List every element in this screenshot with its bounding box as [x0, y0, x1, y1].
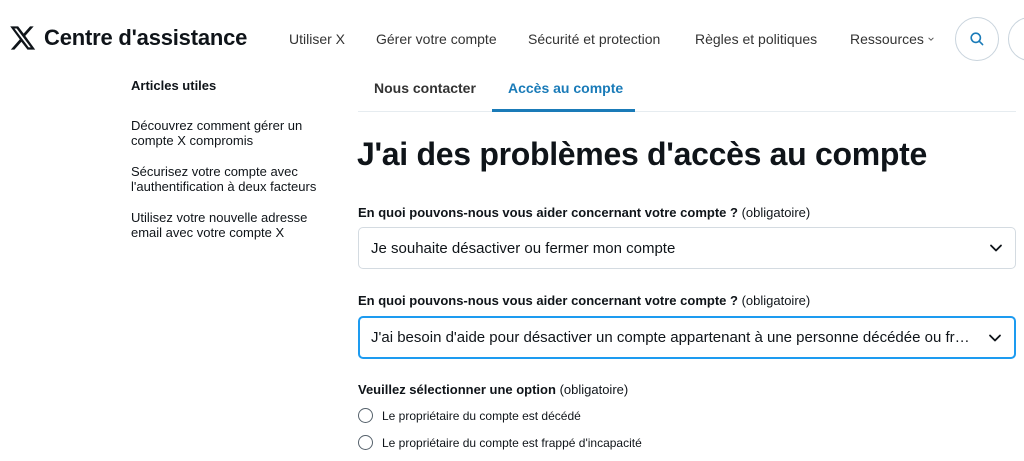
chevron-down-icon	[990, 244, 1002, 252]
tabs-divider	[358, 111, 1016, 112]
nav-item-regles[interactable]: Règles et politiques	[695, 31, 817, 47]
radio-deceased[interactable]	[358, 408, 373, 423]
x-logo-icon[interactable]	[8, 24, 36, 52]
chevron-down-icon	[928, 37, 934, 41]
nav-item-gerer-compte[interactable]: Gérer votre compte	[376, 31, 497, 47]
page-title: J'ai des problèmes d'accès au compte	[357, 136, 927, 172]
options-question: Veuillez sélectionner une option	[358, 382, 556, 397]
field-1-label: En quoi pouvons-nous vous aider concerna…	[358, 205, 810, 220]
field-2-required: (obligatoire)	[741, 293, 811, 308]
site-header: Centre d'assistance Utiliser X Gérer vot…	[0, 0, 1024, 78]
nav-item-ressources[interactable]: Ressources	[850, 31, 935, 47]
option-incapacitated-label: Le propriétaire du compte est frappé d'i…	[382, 435, 642, 450]
option-incapacitated[interactable]: Le propriétaire du compte est frappé d'i…	[358, 435, 642, 450]
option-deceased[interactable]: Le propriétaire du compte est décédé	[358, 408, 581, 423]
sidebar-link-compte-compromis[interactable]: Découvrez comment gérer un compte X comp…	[131, 118, 341, 148]
field-1-question: En quoi pouvons-nous vous aider concerna…	[358, 205, 738, 220]
help-topic-select[interactable]: Je souhaite désactiver ou fermer mon com…	[358, 227, 1016, 269]
sidebar-title: Articles utiles	[131, 78, 217, 93]
help-topic-value: Je souhaite désactiver ou fermer mon com…	[371, 239, 676, 257]
nav-item-utiliser-x[interactable]: Utiliser X	[289, 31, 345, 47]
options-heading: Veuillez sélectionner une option (obliga…	[358, 382, 628, 397]
options-required: (obligatoire)	[559, 382, 629, 397]
nav-item-ressources-label: Ressources	[850, 31, 924, 47]
nav-item-securite[interactable]: Sécurité et protection	[528, 31, 660, 47]
help-subtopic-select[interactable]: J'ai besoin d'aide pour désactiver un co…	[358, 316, 1016, 359]
active-tab-indicator	[492, 109, 635, 112]
help-subtopic-value: J'ai besoin d'aide pour désactiver un co…	[371, 329, 974, 346]
sidebar-link-email[interactable]: Utilisez votre nouvelle adresse email av…	[131, 210, 341, 240]
tab-nous-contacter[interactable]: Nous contacter	[374, 80, 476, 96]
radio-incapacitated[interactable]	[358, 435, 373, 450]
tab-acces-compte[interactable]: Accès au compte	[508, 80, 623, 96]
field-2-label: En quoi pouvons-nous vous aider concerna…	[358, 293, 810, 308]
field-1-required: (obligatoire)	[741, 205, 811, 220]
search-icon	[970, 32, 984, 46]
option-deceased-label: Le propriétaire du compte est décédé	[382, 408, 581, 423]
search-button[interactable]	[955, 17, 999, 61]
field-2-question: En quoi pouvons-nous vous aider concerna…	[358, 293, 738, 308]
site-title[interactable]: Centre d'assistance	[44, 25, 247, 51]
sidebar-link-2fa[interactable]: Sécurisez votre compte avec l'authentifi…	[131, 164, 341, 194]
menu-button[interactable]	[1008, 17, 1024, 61]
chevron-down-icon	[989, 334, 1001, 341]
